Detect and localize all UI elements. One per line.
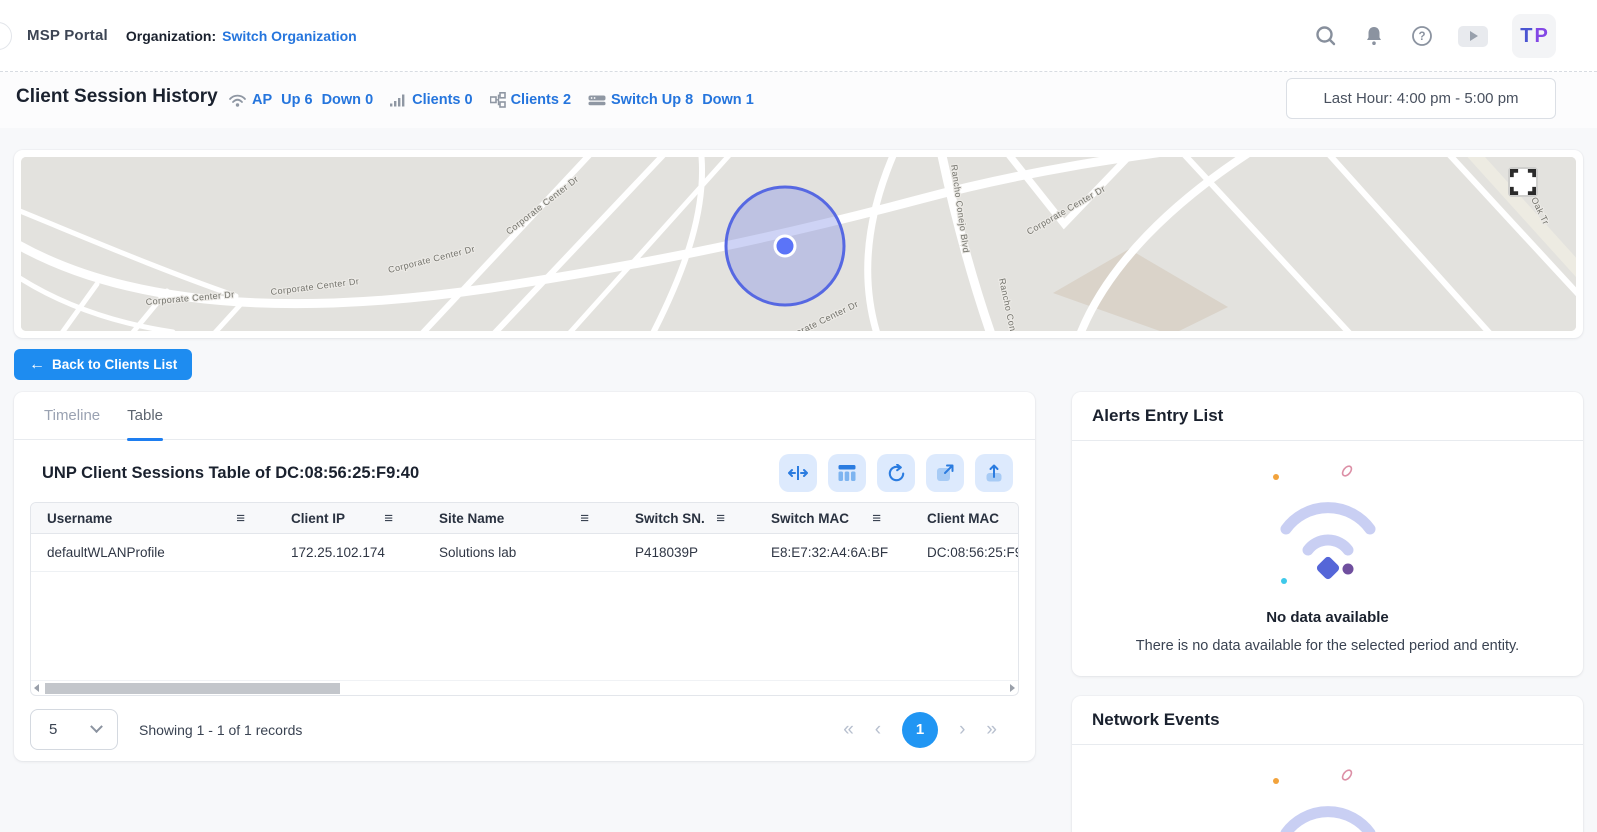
column-menu-icon[interactable]: ≡ <box>236 510 245 527</box>
export-button[interactable] <box>975 454 1013 492</box>
column-menu-icon[interactable]: ≡ <box>872 510 881 527</box>
open-external-button[interactable] <box>926 454 964 492</box>
table-header-row: Username ≡ Client IP ≡ Site Name ≡ Switch S… <box>31 503 1018 534</box>
events-empty-state <box>1072 745 1583 832</box>
avatar-initial-1: T <box>1520 25 1532 48</box>
next-page-icon[interactable]: › <box>959 720 965 739</box>
sidebar-toggle-nub[interactable] <box>0 22 12 50</box>
cell-client-ip: 172.25.102.174 <box>275 534 423 571</box>
records-summary: Showing 1 - 1 of 1 records <box>139 722 302 738</box>
table-toolbar <box>779 454 1013 492</box>
export-icon <box>985 464 1003 482</box>
topology-icon <box>490 92 506 108</box>
open-external-icon <box>936 464 954 482</box>
status-ap[interactable]: AP Up 6 Down 0 <box>228 92 373 108</box>
top-navbar: MSP Portal Organization: Switch Organizat… <box>0 0 1597 72</box>
column-client-mac: Client MAC <box>927 511 999 526</box>
column-menu-icon[interactable]: ≡ <box>384 510 393 527</box>
scroll-left-icon[interactable] <box>34 684 39 692</box>
chevron-down-icon <box>90 720 103 733</box>
columns-icon <box>838 464 856 482</box>
back-arrow-icon: ← <box>29 357 45 373</box>
network-events-panel: Network Events <box>1072 696 1583 832</box>
sessions-card: Timeline Table UNP Client Sessions Table… <box>14 392 1035 761</box>
client-location-marker[interactable] <box>726 187 844 305</box>
back-to-clients-button[interactable]: ← Back to Clients List <box>14 349 192 380</box>
column-menu-icon[interactable]: ≡ <box>716 510 725 527</box>
navbar-actions: ? T P <box>1314 0 1556 72</box>
map-card: Corporate Center Dr Corporate Center Dr … <box>14 150 1583 338</box>
table-title-row: UNP Client Sessions Table of DC:08:56:25… <box>14 440 1035 502</box>
pager: « ‹ 1 › » <box>843 712 1019 748</box>
page-size-value: 5 <box>49 721 57 738</box>
network-status-bar: AP Up 6 Down 0 Clients 0 Clients 2 Switc… <box>228 92 771 108</box>
notifications-bell-icon[interactable] <box>1362 24 1386 48</box>
wifi-icon <box>228 93 247 108</box>
search-icon[interactable] <box>1314 24 1338 48</box>
map-canvas[interactable]: Corporate Center Dr Corporate Center Dr … <box>21 157 1576 331</box>
pagination-row: 5 Showing 1 - 1 of 1 records « ‹ 1 › » <box>30 709 1019 750</box>
alerts-empty-state: No data available There is no data avail… <box>1072 441 1583 654</box>
time-range-selector[interactable]: Last Hour: 4:00 pm - 5:00 pm <box>1286 78 1556 119</box>
back-button-label: Back to Clients List <box>52 357 177 372</box>
column-switch-mac: Switch MAC <box>771 511 849 526</box>
alerts-entry-list-panel: Alerts Entry List No data available Ther… <box>1072 392 1583 676</box>
scroll-right-icon[interactable] <box>1010 684 1015 692</box>
last-page-icon[interactable]: » <box>986 720 997 739</box>
user-avatar[interactable]: T P <box>1512 14 1556 58</box>
table-empty-space <box>31 572 1018 680</box>
cell-switch-sn: P418039P <box>619 534 755 571</box>
alerts-panel-title: Alerts Entry List <box>1072 392 1583 441</box>
resize-columns-icon <box>788 465 808 481</box>
no-data-wifi-icon <box>1248 455 1408 605</box>
organization-label: Organization: <box>126 28 216 44</box>
cell-username: defaultWLANProfile <box>31 534 275 571</box>
horizontal-scrollbar <box>31 680 1018 695</box>
signal-bars-icon <box>390 93 407 107</box>
cell-site-name: Solutions lab <box>423 534 619 571</box>
refresh-icon <box>887 464 906 483</box>
video-tutorial-icon[interactable] <box>1458 26 1488 47</box>
manage-columns-button[interactable] <box>828 454 866 492</box>
column-menu-icon[interactable]: ≡ <box>580 510 589 527</box>
organization-row: Organization: Switch Organization <box>126 28 357 44</box>
no-data-title: No data available <box>1266 609 1389 626</box>
column-switch-sn: Switch SN. <box>635 511 705 526</box>
status-switch[interactable]: Switch Up 8 Down 1 <box>588 92 754 108</box>
current-page-button[interactable]: 1 <box>902 712 938 748</box>
column-username: Username <box>47 511 112 526</box>
avatar-initial-2: P <box>1534 25 1547 48</box>
status-wired-clients[interactable]: Clients 2 <box>490 92 571 108</box>
view-tabs: Timeline Table <box>14 392 1035 440</box>
organization-link[interactable]: Switch Organization <box>222 28 357 44</box>
resize-columns-button[interactable] <box>779 454 817 492</box>
page: MSP Portal Organization: Switch Organizat… <box>0 0 1597 832</box>
prev-page-icon[interactable]: ‹ <box>875 720 881 739</box>
page-header: Client Session History AP Up 6 Down 0 Cl… <box>0 72 1597 128</box>
table-title: UNP Client Sessions Table of DC:08:56:25… <box>42 464 419 483</box>
cell-switch-mac: E8:E7:32:A4:6A:BF <box>755 534 911 571</box>
page-size-select[interactable]: 5 <box>30 709 118 750</box>
map-svg: Corporate Center Dr Corporate Center Dr … <box>21 157 1576 331</box>
map-fullscreen-button[interactable] <box>1508 167 1538 197</box>
refresh-button[interactable] <box>877 454 915 492</box>
table-row[interactable]: defaultWLANProfile 172.25.102.174 Soluti… <box>31 534 1018 572</box>
events-panel-title: Network Events <box>1072 696 1583 745</box>
cell-client-mac: DC:08:56:25:F9:40 <box>911 534 1019 571</box>
column-client-ip: Client IP <box>291 511 345 526</box>
svg-text:?: ? <box>1418 31 1425 43</box>
scrollbar-thumb[interactable] <box>45 683 340 694</box>
help-icon[interactable]: ? <box>1410 24 1434 48</box>
column-site-name: Site Name <box>439 511 504 526</box>
page-title: Client Session History <box>16 86 218 108</box>
tab-table[interactable]: Table <box>127 392 163 440</box>
status-wireless-clients[interactable]: Clients 0 <box>390 92 472 108</box>
switch-icon <box>588 93 606 107</box>
brand-logo[interactable]: MSP Portal <box>27 27 108 44</box>
first-page-icon[interactable]: « <box>843 720 854 739</box>
no-data-wifi-icon <box>1248 759 1408 832</box>
no-data-message: There is no data available for the selec… <box>1136 638 1519 654</box>
sessions-table: Username ≡ Client IP ≡ Site Name ≡ Switch S… <box>30 502 1019 696</box>
tab-timeline[interactable]: Timeline <box>44 392 100 440</box>
